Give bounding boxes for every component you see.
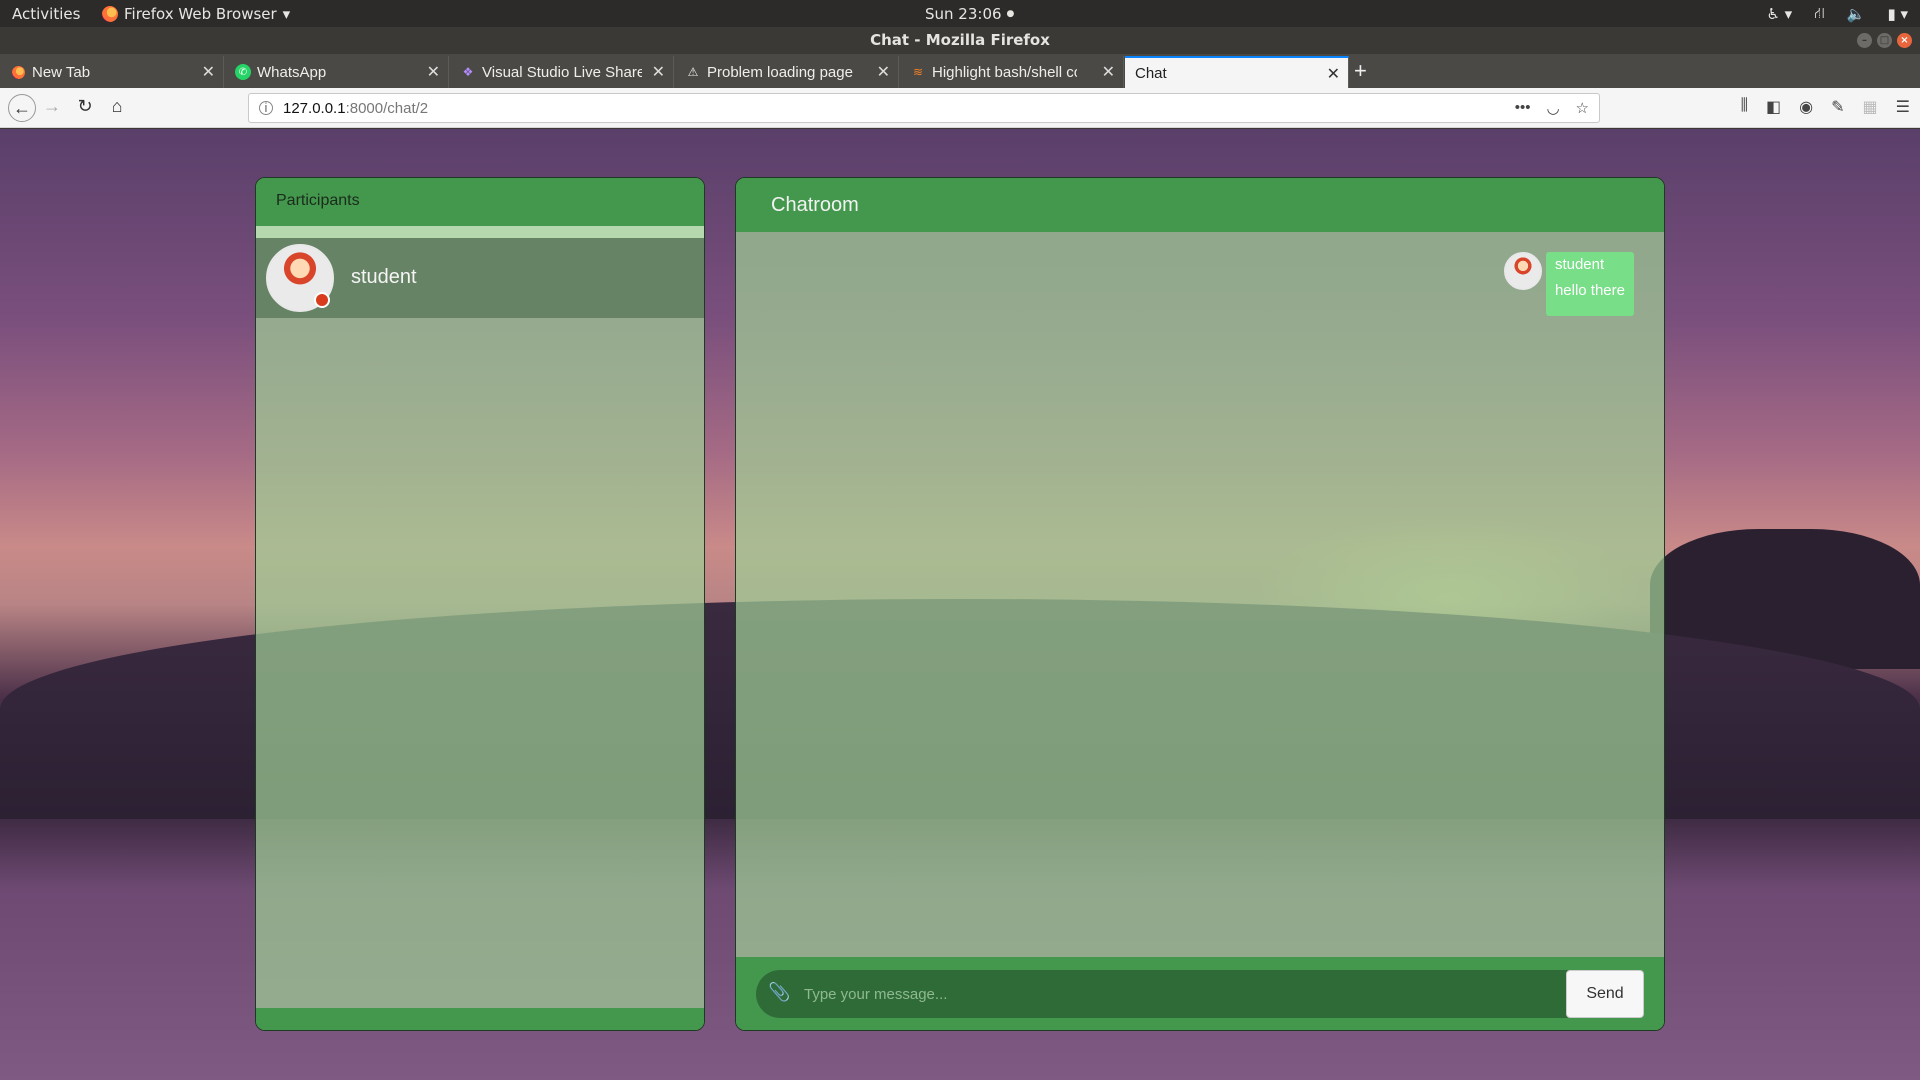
accessibility-icon[interactable]: ♿ ▾ bbox=[1766, 5, 1792, 23]
participants-footer bbox=[256, 1008, 704, 1030]
notification-dot-icon: ● bbox=[1006, 9, 1015, 19]
window-controls: – □ × bbox=[1857, 33, 1912, 48]
close-tab-icon[interactable]: ✕ bbox=[1327, 64, 1340, 84]
stackoverflow-icon: ≋ bbox=[912, 65, 924, 79]
participant-name: student bbox=[351, 266, 417, 288]
message-composer: 📎 Send bbox=[736, 957, 1664, 1030]
avatar bbox=[1503, 252, 1542, 290]
maximize-button[interactable]: □ bbox=[1877, 33, 1892, 48]
message-input-wrapper: 📎 Send bbox=[756, 970, 1644, 1018]
status-busy-icon bbox=[314, 292, 330, 308]
clock-label: Sun 23:06 bbox=[925, 5, 1002, 23]
tab-problem-loading[interactable]: ⚠ Problem loading page ✕ bbox=[675, 56, 899, 88]
send-button[interactable]: Send bbox=[1566, 970, 1644, 1018]
tab-label: New Tab bbox=[32, 63, 91, 81]
close-tab-icon[interactable]: ✕ bbox=[1102, 62, 1115, 82]
liveshare-icon: ❖ bbox=[462, 65, 474, 79]
close-tab-icon[interactable]: ✕ bbox=[877, 62, 890, 82]
new-tab-button[interactable]: + bbox=[1354, 58, 1367, 84]
back-button[interactable]: ← bbox=[8, 94, 36, 122]
message-input[interactable] bbox=[804, 970, 1574, 1018]
tab-label: Chat bbox=[1135, 64, 1167, 82]
network-icon[interactable]: ⛙ bbox=[1814, 4, 1825, 24]
message-bubble: student hello there bbox=[1545, 252, 1634, 316]
app-menu[interactable]: Firefox Web Browser ▾ bbox=[102, 5, 290, 23]
sidebar-icon[interactable]: ◧ bbox=[1766, 97, 1781, 117]
chatroom-panel: Chatroom student hello there 📎 Send bbox=[735, 177, 1665, 1031]
close-tab-icon[interactable]: ✕ bbox=[202, 62, 215, 82]
account-icon[interactable]: ◉ bbox=[1799, 97, 1813, 117]
tab-live-share[interactable]: ❖ Visual Studio Live Share ✕ bbox=[450, 56, 674, 88]
chatroom-header: Chatroom bbox=[736, 178, 1664, 232]
page-actions-icon[interactable]: ••• bbox=[1515, 99, 1531, 117]
tab-new-tab[interactable]: New Tab ✕ bbox=[0, 56, 224, 88]
home-button[interactable]: ⌂ bbox=[105, 96, 129, 117]
eyedropper-icon[interactable]: ✎ bbox=[1831, 97, 1844, 117]
clock[interactable]: Sun 23:06 ● bbox=[925, 5, 1014, 23]
activities-button[interactable]: Activities bbox=[12, 5, 80, 23]
reload-button[interactable]: ↻ bbox=[73, 96, 97, 117]
toolbar-icons: ⫼ ◧ ◉ ✎ ▦ ☰ bbox=[1741, 97, 1910, 117]
participants-divider bbox=[256, 226, 704, 238]
battery-icon[interactable]: ▮ ▾ bbox=[1887, 5, 1908, 23]
close-tab-icon[interactable]: ✕ bbox=[427, 62, 440, 82]
url-path: :8000/chat/2 bbox=[345, 99, 429, 117]
tab-label: Problem loading page bbox=[707, 63, 853, 81]
chat-message: student hello there bbox=[1503, 252, 1634, 316]
extension-icon[interactable]: ▦ bbox=[1863, 97, 1878, 117]
pocket-icon[interactable]: ◡ bbox=[1546, 99, 1559, 117]
library-icon[interactable]: ⫼ bbox=[1741, 97, 1748, 117]
minimize-button[interactable]: – bbox=[1857, 33, 1872, 48]
warning-icon: ⚠ bbox=[687, 65, 699, 79]
message-text: hello there bbox=[1554, 282, 1625, 299]
window-title: Chat - Mozilla Firefox bbox=[870, 31, 1050, 49]
whatsapp-icon: ✆ bbox=[235, 64, 251, 80]
system-tray[interactable]: ♿ ▾ ⛙ 🔈 ▮ ▾ bbox=[1766, 4, 1908, 24]
hamburger-menu-icon[interactable]: ☰ bbox=[1896, 97, 1910, 117]
close-window-button[interactable]: × bbox=[1897, 33, 1912, 48]
volume-icon[interactable]: 🔈 bbox=[1847, 5, 1866, 23]
chevron-down-icon: ▾ bbox=[282, 5, 291, 23]
tab-label: Highlight bash/shell cod bbox=[932, 63, 1077, 81]
firefox-icon bbox=[10, 64, 26, 80]
url-host: 127.0.0.1 bbox=[283, 99, 346, 117]
tab-label: WhatsApp bbox=[257, 63, 327, 81]
tab-label: Visual Studio Live Share bbox=[482, 63, 642, 81]
site-info-icon[interactable]: i bbox=[259, 101, 273, 115]
firefox-icon bbox=[102, 6, 118, 22]
forward-button[interactable]: → bbox=[40, 96, 64, 117]
message-sender: student bbox=[1554, 256, 1605, 273]
system-top-bar: Activities Firefox Web Browser ▾ Sun 23:… bbox=[0, 0, 1920, 27]
close-tab-icon[interactable]: ✕ bbox=[652, 62, 665, 82]
navigation-bar: ← → ↻ ⌂ i 127.0.0.1:8000/chat/2 ••• ◡ ☆ … bbox=[0, 88, 1920, 128]
tab-whatsapp[interactable]: ✆ WhatsApp ✕ bbox=[225, 56, 449, 88]
message-avatar bbox=[1503, 252, 1542, 290]
app-menu-label: Firefox Web Browser bbox=[124, 5, 277, 23]
window-title-bar: Chat - Mozilla Firefox – □ × bbox=[0, 27, 1920, 54]
url-bar[interactable]: i 127.0.0.1:8000/chat/2 ••• ◡ ☆ bbox=[248, 93, 1600, 123]
attachment-icon[interactable]: 📎 bbox=[768, 982, 790, 1003]
tab-chat[interactable]: Chat ✕ bbox=[1125, 56, 1349, 88]
bookmark-star-icon[interactable]: ☆ bbox=[1576, 99, 1589, 117]
page-content: Participants student Chatroom student he… bbox=[0, 129, 1920, 1080]
tab-strip: New Tab ✕ ✆ WhatsApp ✕ ❖ Visual Studio L… bbox=[0, 54, 1920, 88]
participant-item[interactable]: student bbox=[256, 238, 704, 318]
tab-highlight-bash[interactable]: ≋ Highlight bash/shell cod ✕ bbox=[900, 56, 1124, 88]
participants-header: Participants bbox=[256, 178, 704, 226]
participants-panel: Participants student bbox=[255, 177, 705, 1031]
url-bar-actions: ••• ◡ ☆ bbox=[1515, 99, 1589, 117]
